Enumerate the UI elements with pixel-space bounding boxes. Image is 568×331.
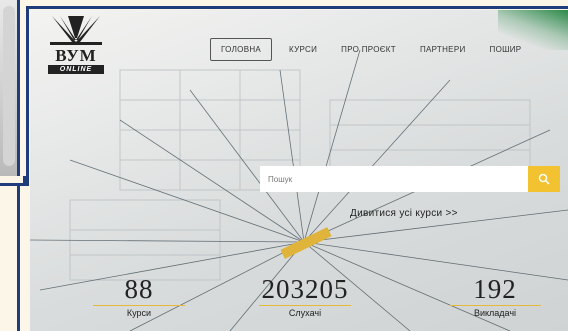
stat-value: 192 xyxy=(473,274,517,304)
search-icon xyxy=(538,173,550,185)
search-bar xyxy=(260,166,560,192)
stat-divider xyxy=(259,305,351,306)
nav-item-about[interactable]: ПРО ПРОЄКТ xyxy=(332,39,405,60)
left-panel-inner xyxy=(3,6,15,166)
website-screenshot: ВУМ ONLINE ГОЛОВНА КУРСИ ПРО ПРОЄКТ ПАРТ… xyxy=(30,10,568,331)
site-logo[interactable]: ВУМ ONLINE xyxy=(44,14,108,74)
nav-item-home[interactable]: ГОЛОВНА xyxy=(210,37,273,61)
nav-item-more[interactable]: ПОШИР xyxy=(481,39,531,60)
nav-item-partners[interactable]: ПАРТНЕРИ xyxy=(411,39,475,60)
stat-divider xyxy=(449,305,541,306)
stat-listeners: 203205 Слухачі xyxy=(240,274,370,318)
frame-line-top xyxy=(26,6,568,9)
stat-divider xyxy=(93,305,185,306)
book-logo-icon xyxy=(50,16,102,45)
search-input[interactable] xyxy=(260,166,528,192)
left-panel-strip xyxy=(0,0,20,176)
frame-line-inner xyxy=(26,6,29,186)
all-courses-link[interactable]: Дивитися усі курси >> xyxy=(350,208,458,219)
logo-subtitle: ONLINE xyxy=(48,65,104,74)
stat-label: Курси xyxy=(126,308,152,318)
stat-label: Викладачі xyxy=(473,308,517,318)
stat-value: 203205 xyxy=(261,274,349,304)
stat-teachers: 192 Викладачі xyxy=(430,274,560,318)
stat-courses: 88 Курси xyxy=(74,274,204,318)
logo-title: ВУМ xyxy=(55,46,97,65)
stat-value: 88 xyxy=(124,274,154,304)
main-nav: ГОЛОВНА КУРСИ ПРО ПРОЄКТ ПАРТНЕРИ ПОШИР xyxy=(210,36,536,62)
nav-item-courses[interactable]: КУРСИ xyxy=(280,39,326,60)
frame-bracket xyxy=(0,176,26,186)
stat-label: Слухачі xyxy=(288,308,322,318)
search-button[interactable] xyxy=(528,166,560,192)
frame-line-left xyxy=(17,186,20,331)
